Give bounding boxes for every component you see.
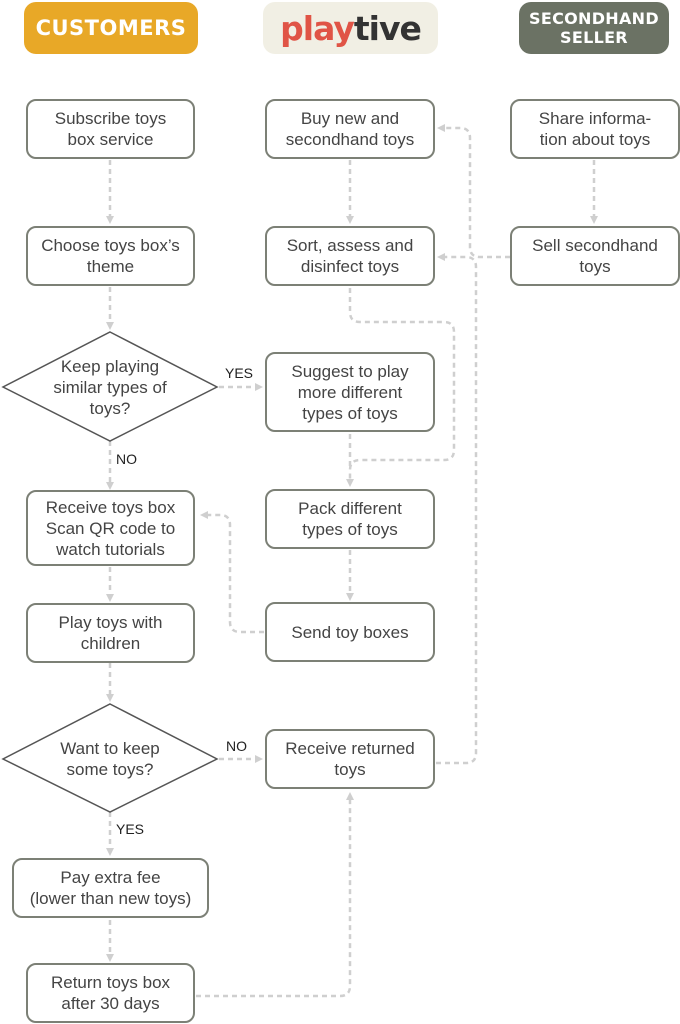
node-share-info: Share informa- tion about toys	[510, 99, 680, 159]
node-subscribe: Subscribe toys box service	[26, 99, 195, 159]
label-yes-keep-toys: YES	[116, 821, 145, 837]
decision-keep-toys: Want to keep some toys?	[60, 739, 160, 779]
edge-send-receive-box	[200, 511, 264, 634]
edge-receive-returned-sort	[436, 253, 478, 765]
node-buy-toys: Buy new and secondhand toys	[265, 99, 435, 159]
edge-sell-buy	[437, 124, 510, 259]
node-sort-toys: Sort, assess and disinfect toys	[265, 226, 435, 286]
node-sell-secondhand: Sell secondhand toys	[510, 226, 680, 286]
node-play: Play toys with children	[26, 603, 195, 663]
edge-return-receive-returned	[196, 792, 354, 998]
node-suggest: Suggest to play more different types of …	[265, 352, 435, 432]
node-return-box: Return toys box after 30 days	[26, 963, 195, 1023]
node-choose-theme: Choose toys box’s theme	[26, 226, 195, 286]
label-yes-keep-playing: YES	[225, 365, 254, 381]
label-no-keep-toys: NO	[226, 738, 247, 754]
node-pack: Pack different types of toys	[265, 489, 435, 549]
label-no-keep-playing: NO	[116, 451, 137, 467]
decision-keep-playing: Keep playing similar types of toys?	[53, 356, 167, 418]
node-receive-box: Receive toys box Scan QR code to watch t…	[26, 490, 195, 566]
node-pay-fee: Pay extra fee (lower than new toys)	[12, 858, 209, 918]
node-receive-returned: Receive returned toys	[265, 729, 435, 789]
node-send-boxes: Send toy boxes	[265, 602, 435, 662]
